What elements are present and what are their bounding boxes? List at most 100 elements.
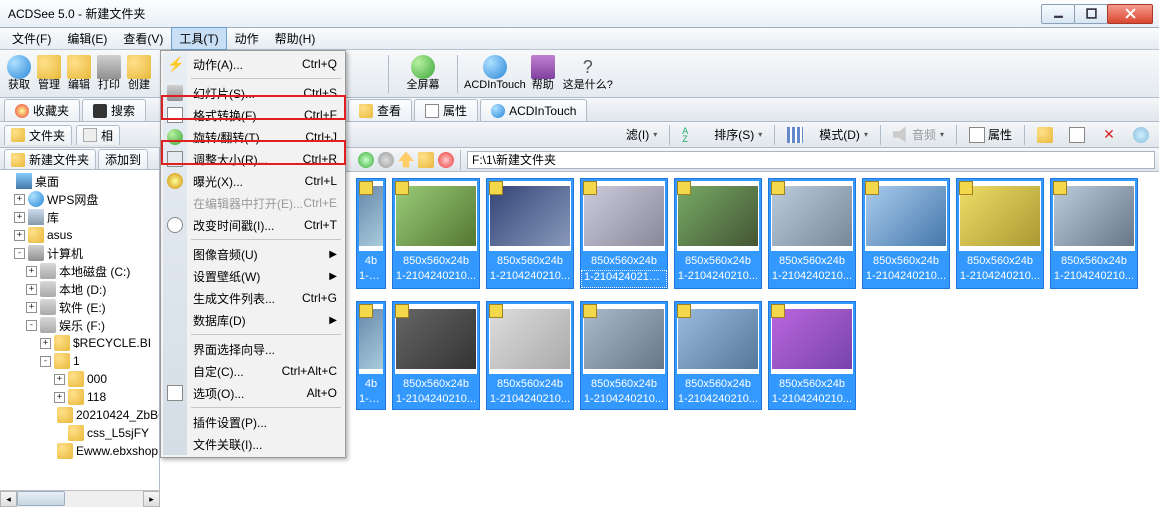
audio-button[interactable]: 音频▾ (887, 124, 950, 145)
tab-addto[interactable]: 添加到 (98, 149, 148, 169)
menu-custom[interactable]: 自定(C)...Ctrl+Alt+C (163, 360, 343, 382)
thumbnail-grid[interactable]: 4b 1-2104240210... 850x560x24b1-21042402… (350, 172, 1159, 507)
collapse-icon[interactable]: - (26, 320, 37, 331)
tree-node-fdrive[interactable]: -娱乐 (F:) (0, 316, 159, 334)
tab-favorites[interactable]: 收藏夹 (4, 99, 80, 121)
minimize-button[interactable] (1041, 4, 1075, 24)
tab-newfolder[interactable]: 新建文件夹 (4, 149, 96, 169)
address-path[interactable]: F:\1\新建文件夹 (467, 151, 1155, 169)
tree-node-css[interactable]: css_L5sjFY (0, 424, 159, 442)
menu-edit[interactable]: 编辑(E) (59, 27, 115, 50)
thumbnail-item[interactable]: 4b 1-2104240210... (356, 301, 386, 410)
find-button[interactable] (1127, 125, 1155, 145)
tab-browse[interactable]: 查看 (348, 99, 412, 121)
menu-rotate[interactable]: 旋转/翻转(T)...Ctrl+J (163, 126, 343, 148)
menu-database[interactable]: 数据库(D)▶ (163, 309, 343, 331)
tree-node-computer[interactable]: -计算机 (0, 244, 159, 262)
heart-icon[interactable] (438, 152, 454, 168)
tree-node-20210424[interactable]: 20210424_ZbBGXC (0, 406, 159, 424)
toolbar-manage[interactable]: 管理 (34, 53, 64, 94)
thumbnail-item[interactable]: 850x560x24b1-2104240210... (392, 301, 480, 410)
tree-node-asus[interactable]: +asus (0, 226, 159, 244)
scroll-thumb[interactable] (17, 491, 65, 506)
thumbnail-item[interactable]: 850x560x24b1-2104240210... (956, 178, 1044, 289)
tree-node-lib[interactable]: +库 (0, 208, 159, 226)
thumbnail-item[interactable]: 850x560x24b1-2104240210... (1050, 178, 1138, 289)
menu-exposure[interactable]: 曝光(X)...Ctrl+L (163, 170, 343, 192)
menu-view[interactable]: 查看(V) (115, 27, 171, 50)
thumbnail-item[interactable]: 850x560x24b1-2104240210... (674, 301, 762, 410)
menu-timestamp[interactable]: 改变时间戳(I)...Ctrl+T (163, 214, 343, 236)
viewmode-button[interactable]: 模式(D)▾ (813, 124, 874, 145)
menu-tools[interactable]: 工具(T) (171, 27, 226, 50)
sort-button[interactable]: 排序(S)▾ (708, 124, 768, 145)
menu-genlist[interactable]: 生成文件列表...Ctrl+G (163, 287, 343, 309)
tree-node-ddrive[interactable]: +本地 (D:) (0, 280, 159, 298)
thumbnail-item[interactable]: 850x560x24b1-2104240210... (768, 301, 856, 410)
props-toggle-button[interactable]: 属性 (963, 124, 1018, 145)
toolbar-help[interactable]: 帮助 (528, 53, 558, 94)
menu-wizard[interactable]: 界面选择向导... (163, 338, 343, 360)
filter-button[interactable]: 滤(I)▾ (620, 124, 663, 145)
thumbnail-item[interactable]: 850x560x24b1-2104240210... (580, 301, 668, 410)
delete-button[interactable]: ✕ (1095, 125, 1123, 145)
tree-node-cdrive[interactable]: +本地磁盘 (C:) (0, 262, 159, 280)
toolbar-edit[interactable]: 编辑 (64, 53, 94, 94)
menu-help[interactable]: 帮助(H) (267, 27, 324, 50)
tab-photos[interactable]: 相 (76, 125, 120, 145)
toolbar-fullscreen[interactable]: 全屏幕 (393, 53, 453, 94)
menu-actions[interactable]: ⚡动作(A)...Ctrl+Q (163, 53, 343, 75)
expand-icon[interactable]: + (26, 266, 37, 277)
tree-node-1[interactable]: -1 (0, 352, 159, 370)
toolbar-acdintouch[interactable]: ACDInTouch (462, 53, 528, 94)
tree-hscrollbar[interactable]: ◂ ▸ (0, 490, 160, 507)
thumbnail-item[interactable]: 850x560x24b1-2104240210... (768, 178, 856, 289)
menu-resize[interactable]: 调整大小(R)...Ctrl+R (163, 148, 343, 170)
thumbnail-item[interactable]: 850x560x24b1-2104240210... (580, 178, 668, 289)
menu-file[interactable]: 文件(F) (4, 27, 59, 50)
tree-node-118[interactable]: +118 (0, 388, 159, 406)
collapse-icon[interactable]: - (14, 248, 25, 259)
up-icon[interactable] (398, 152, 414, 168)
expand-icon[interactable]: + (14, 212, 25, 223)
expand-icon[interactable]: + (54, 374, 65, 385)
thumbnail-item[interactable]: 850x560x24b1-2104240210... (862, 178, 950, 289)
scroll-left-button[interactable]: ◂ (0, 491, 17, 507)
toolbar-create[interactable]: 创建 (124, 53, 154, 94)
paste-button[interactable] (1063, 125, 1091, 145)
back-icon[interactable] (358, 152, 374, 168)
close-button[interactable] (1107, 4, 1153, 24)
tree-node-000[interactable]: +000 (0, 370, 159, 388)
menu-convert[interactable]: 格式转换(F)...Ctrl+F (163, 104, 343, 126)
scroll-right-button[interactable]: ▸ (143, 491, 160, 507)
expand-icon[interactable]: + (40, 338, 51, 349)
tab-folders[interactable]: 文件夹 (4, 125, 72, 145)
menu-wallpaper[interactable]: 设置壁纸(W)▶ (163, 265, 343, 287)
tree-node-wps[interactable]: +WPS网盘 (0, 190, 159, 208)
menu-plugins[interactable]: 插件设置(P)... (163, 411, 343, 433)
thumbnail-item[interactable]: 850x560x24b1-2104240210... (486, 178, 574, 289)
expand-icon[interactable]: + (14, 230, 25, 241)
viewmode-icon-button[interactable] (781, 125, 809, 145)
scroll-track[interactable] (17, 491, 143, 507)
thumbnail-item[interactable]: 4b 1-2104240210... (356, 178, 386, 289)
copy-button[interactable] (1031, 125, 1059, 145)
expand-icon[interactable]: + (26, 302, 37, 313)
tab-properties[interactable]: 属性 (414, 99, 478, 121)
toolbar-print[interactable]: 打印 (94, 53, 124, 94)
folder-tree[interactable]: 桌面 +WPS网盘 +库 +asus -计算机 +本地磁盘 (C:) +本地 (… (0, 170, 159, 507)
expand-icon[interactable]: + (14, 194, 25, 205)
expand-icon[interactable]: + (26, 284, 37, 295)
toolbar-whatis[interactable]: ?这是什么? (558, 53, 618, 94)
tree-node-edrive[interactable]: +软件 (E:) (0, 298, 159, 316)
tab-acdintouch[interactable]: ACDInTouch (480, 99, 587, 121)
forward-icon[interactable] (378, 152, 394, 168)
thumbnail-item[interactable]: 850x560x24b1-2104240210... (486, 301, 574, 410)
tree-node-recycle[interactable]: +$RECYCLE.BI (0, 334, 159, 352)
history-icon[interactable] (418, 152, 434, 168)
menu-imageaudio[interactable]: 图像音频(U)▶ (163, 243, 343, 265)
menu-actions[interactable]: 动作 (227, 27, 267, 50)
menu-options[interactable]: 选项(O)...Alt+O (163, 382, 343, 404)
menu-slideshow[interactable]: 幻灯片(S)...Ctrl+S (163, 82, 343, 104)
sort-az-button[interactable]: AZ (676, 125, 704, 145)
